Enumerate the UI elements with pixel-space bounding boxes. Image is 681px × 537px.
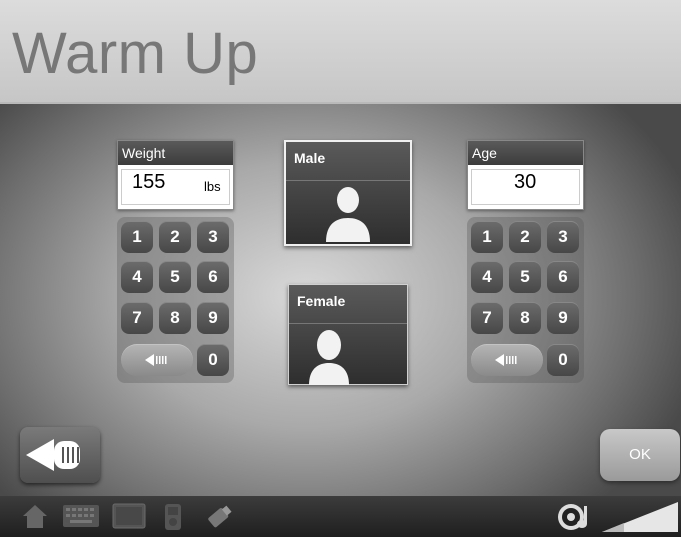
male-button[interactable]: Male — [284, 140, 412, 246]
media-player-icon[interactable] — [164, 503, 182, 531]
header: Warm Up — [0, 0, 681, 104]
weight-field[interactable]: Weight 155 lbs — [117, 140, 234, 210]
female-person-icon — [309, 330, 349, 385]
age-key-1[interactable]: 1 — [471, 221, 503, 253]
age-key-5[interactable]: 5 — [509, 261, 541, 293]
divider — [289, 323, 407, 324]
weight-key-5[interactable]: 5 — [159, 261, 191, 293]
female-label: Female — [297, 293, 346, 309]
age-key-9[interactable]: 9 — [547, 302, 579, 334]
usb-icon[interactable] — [204, 503, 234, 531]
age-key-7[interactable]: 7 — [471, 302, 503, 334]
weight-label: Weight — [118, 141, 233, 165]
age-key-2[interactable]: 2 — [509, 221, 541, 253]
age-field[interactable]: Age 30 — [467, 140, 584, 210]
weight-key-6[interactable]: 6 — [197, 261, 229, 293]
weight-key-9[interactable]: 9 — [197, 302, 229, 334]
weight-key-4[interactable]: 4 — [121, 261, 153, 293]
age-key-0[interactable]: 0 — [547, 344, 579, 376]
age-key-8[interactable]: 8 — [509, 302, 541, 334]
weight-backspace-button[interactable] — [121, 344, 193, 376]
page-title: Warm Up — [12, 21, 259, 86]
back-arrow-icon — [26, 439, 80, 471]
age-keypad: 1 2 3 4 5 6 7 8 9 0 — [467, 217, 584, 383]
weight-keypad: 1 2 3 4 5 6 7 8 9 0 — [117, 217, 234, 383]
back-button[interactable] — [20, 427, 100, 483]
age-key-6[interactable]: 6 — [547, 261, 579, 293]
taskbar — [0, 496, 681, 537]
age-backspace-button[interactable] — [471, 344, 543, 376]
volume-level-icon[interactable] — [602, 502, 678, 532]
male-person-icon — [326, 187, 370, 242]
age-value: 30 — [514, 171, 537, 193]
weight-key-7[interactable]: 7 — [121, 302, 153, 334]
weight-unit: lbs — [204, 179, 221, 194]
weight-key-1[interactable]: 1 — [121, 221, 153, 253]
weight-value: 155 — [132, 171, 166, 193]
age-label: Age — [468, 141, 583, 165]
backspace-icon — [145, 354, 167, 366]
male-label: Male — [294, 150, 326, 166]
weight-key-8[interactable]: 8 — [159, 302, 191, 334]
divider — [286, 180, 410, 181]
weight-key-2[interactable]: 2 — [159, 221, 191, 253]
warm-up-screen: Warm Up Weight 155 lbs 1 2 3 4 5 6 7 8 9… — [0, 0, 681, 537]
ok-button[interactable]: OK — [600, 429, 680, 481]
backspace-icon — [495, 354, 517, 366]
keyboard-icon[interactable] — [62, 503, 100, 529]
female-button[interactable]: Female — [288, 284, 408, 385]
weight-key-0[interactable]: 0 — [197, 344, 229, 376]
audio-icon[interactable] — [556, 502, 600, 532]
age-key-3[interactable]: 3 — [547, 221, 579, 253]
weight-key-3[interactable]: 3 — [197, 221, 229, 253]
home-icon[interactable] — [22, 503, 48, 529]
display-icon[interactable] — [112, 503, 146, 531]
age-key-4[interactable]: 4 — [471, 261, 503, 293]
